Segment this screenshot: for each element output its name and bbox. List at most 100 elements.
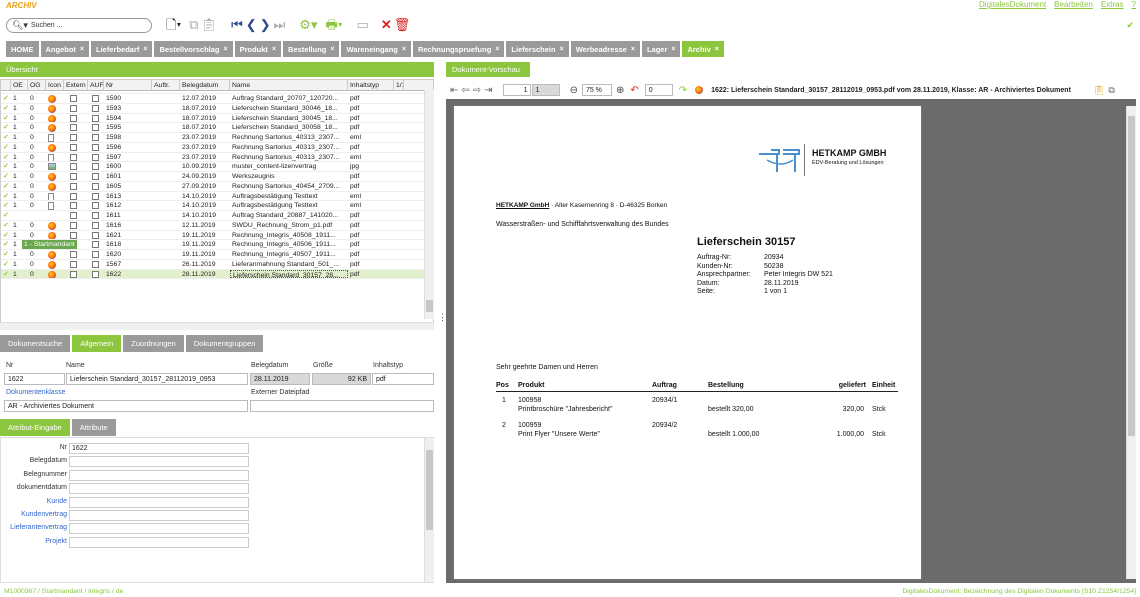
paste-icon[interactable]: 📋︎ [201,18,218,32]
extern-checkbox[interactable] [70,173,77,180]
attribute-field[interactable] [69,456,249,468]
tab-lieferbedarf[interactable]: Lieferbedarf × [91,41,153,57]
extern-checkbox[interactable] [70,114,77,122]
close-icon[interactable]: × [495,46,499,53]
tab-archiv[interactable]: Archiv × [682,41,724,57]
copy-icon[interactable]: ⧉ [189,18,198,32]
table-row[interactable]: ✓ 1 0 1567 26.11.2019 Lieferanmahnung Standar… [1,260,433,270]
extern-checkbox[interactable] [70,270,77,278]
tab-lieferschein[interactable]: Lieferschein × [506,41,569,57]
menu-extras[interactable]: Extras [1101,0,1124,9]
table-row[interactable]: ✓ 1 0 1613 14.10.2019 Auftragsbestätigung Tes… [1,192,433,202]
pdf-page-input[interactable]: 1 [502,84,531,96]
pdf-first-page-icon[interactable]: ⇤ [450,85,458,96]
close-icon[interactable]: × [560,46,564,53]
close-icon[interactable]: × [80,46,84,53]
table-row[interactable]: ✓ 1 0 1601 24.09.2019 Werkszeugnis pdf [1,172,433,182]
column-header[interactable]: AUF [88,80,104,90]
table-row[interactable]: ✓ 1 0 1616 12.11.2019 SWDU_Rechnung_Strom_p1.… [1,221,433,231]
inhaltstyp-field[interactable]: pdf [372,373,434,385]
rotate-right-icon[interactable]: ↷ [679,85,687,96]
extern-checkbox[interactable] [70,212,77,219]
tab-werbeadresse[interactable]: Werbeadresse × [570,41,640,57]
auf-checkbox[interactable] [92,270,99,278]
extern-checkbox[interactable] [70,221,77,229]
save-icon[interactable]: ▭ [357,18,369,32]
firefox-icon[interactable] [695,86,704,94]
next-record-icon[interactable]: ❯ [260,18,271,32]
menu-bearbeiten[interactable]: Bearbeiten [1054,0,1093,9]
pdf-prev-page-icon[interactable]: ⇦ [461,85,469,96]
close-icon[interactable]: × [715,46,719,53]
table-row[interactable]: ✓ 1 0 1620 19.11.2019 Rechnung_Integris_40507… [1,250,433,260]
column-header[interactable]: Icon [46,80,64,90]
grid-scrollbar-thumb[interactable] [426,300,433,312]
extern-checkbox[interactable] [70,231,77,239]
attribute-field[interactable] [69,510,249,521]
attribute-label[interactable]: Kundenvertrag [1,511,67,518]
extern-checkbox[interactable] [70,202,77,210]
tab-rechnungspruefung[interactable]: Rechnungspruefung × [412,41,505,57]
auf-checkbox[interactable] [92,212,99,219]
tab-allgemein[interactable]: Allgemein [72,335,122,352]
extern-checkbox[interactable] [70,260,77,268]
column-header[interactable]: OE [11,80,28,90]
auf-checkbox[interactable] [92,221,99,229]
close-icon[interactable]: × [224,46,228,53]
print-icon[interactable]: 🖶︎▾ [325,18,342,32]
table-row[interactable]: ✓ 1 0 1612 14.10.2019 Auftragsbestätigung Tes… [1,201,433,211]
close-icon[interactable]: × [143,46,147,53]
tab-attribute[interactable]: Attribute [71,419,116,436]
attribute-field[interactable] [69,483,249,495]
attribute-field[interactable] [69,536,249,548]
grid-hscrollbar[interactable] [0,322,434,330]
auf-checkbox[interactable] [92,192,99,200]
auf-checkbox[interactable] [92,95,99,102]
zoom-field[interactable]: 75 % [581,84,612,96]
previous-record-icon[interactable]: ❮ [246,18,257,32]
pdf-next-page-icon[interactable]: ⇨ [473,85,481,96]
zoom-in-icon[interactable]: ⊕ [616,85,624,96]
extern-checkbox[interactable] [70,134,77,141]
column-header[interactable]: Nr [104,80,152,90]
table-row[interactable]: ✓ 1 0 1596 23.07.2019 Rechnung Sartorius_4031… [1,143,433,153]
table-row[interactable]: ✓ 1 0 1621 19.11.2019 Rechnung_Integris_40508… [1,231,433,241]
extern-checkbox[interactable] [70,124,77,132]
attribute-field[interactable] [69,469,249,481]
pdf-last-page-icon[interactable]: ⇥ [484,85,492,96]
delete-icon[interactable]: 🗑︎ [394,18,411,32]
menu-digitalesdokument[interactable]: DigitalesDokument [979,0,1046,9]
auf-checkbox[interactable] [92,163,99,171]
close-icon[interactable]: × [631,46,635,53]
column-header[interactable]: Auftr. [152,80,180,90]
rotate-field[interactable]: 0 [644,84,673,96]
cancel-icon[interactable]: ✕ [381,18,392,32]
tab-bestellung[interactable]: Bestellung × [283,41,340,57]
auf-checkbox[interactable] [92,241,99,249]
open-external-icon[interactable]: ⧉ [1108,85,1114,96]
splitter-handle[interactable]: ⋮ [438,312,447,332]
extern-checkbox[interactable] [70,163,77,171]
table-row[interactable]: ✓ 1 0 1598 23.07.2019 Rechnung Sartorius_4031… [1,133,433,143]
auf-checkbox[interactable] [92,251,99,258]
tab-angebot[interactable]: Angebot × [40,41,90,57]
tab-dokumentsuche[interactable]: Dokumentsuche [0,335,71,352]
table-row[interactable]: ✓ 1611 14.10.2019 Auftrag Standard_20887_14… [1,211,433,221]
table-row[interactable]: ✓ 1 0 1593 18.07.2019 Lieferschein Standard_3… [1,104,433,114]
tab-attribut-eingabe[interactable]: Attribut-Eingabe [0,419,70,436]
attribute-field[interactable]: 1622 [69,443,249,454]
extern-checkbox[interactable] [70,192,77,200]
rotate-left-icon[interactable]: ↶ [630,85,638,96]
tab-home[interactable]: HOME [6,41,39,57]
grid-scrollbar[interactable] [424,90,434,319]
auf-checkbox[interactable] [92,114,99,122]
preview-scrollbar-thumb[interactable] [1128,116,1135,436]
auf-checkbox[interactable] [92,153,99,161]
close-icon[interactable]: × [272,46,276,53]
table-row[interactable]: ✓ 1 0 1597 23.07.2019 Rechnung Sartorius_4031… [1,153,433,163]
column-header[interactable]: OG [28,80,46,90]
export-icon[interactable]: 📋︎ [1093,85,1104,96]
attribute-field[interactable] [69,496,249,508]
nr-field[interactable]: 1622 [4,373,65,385]
auf-checkbox[interactable] [92,173,99,180]
